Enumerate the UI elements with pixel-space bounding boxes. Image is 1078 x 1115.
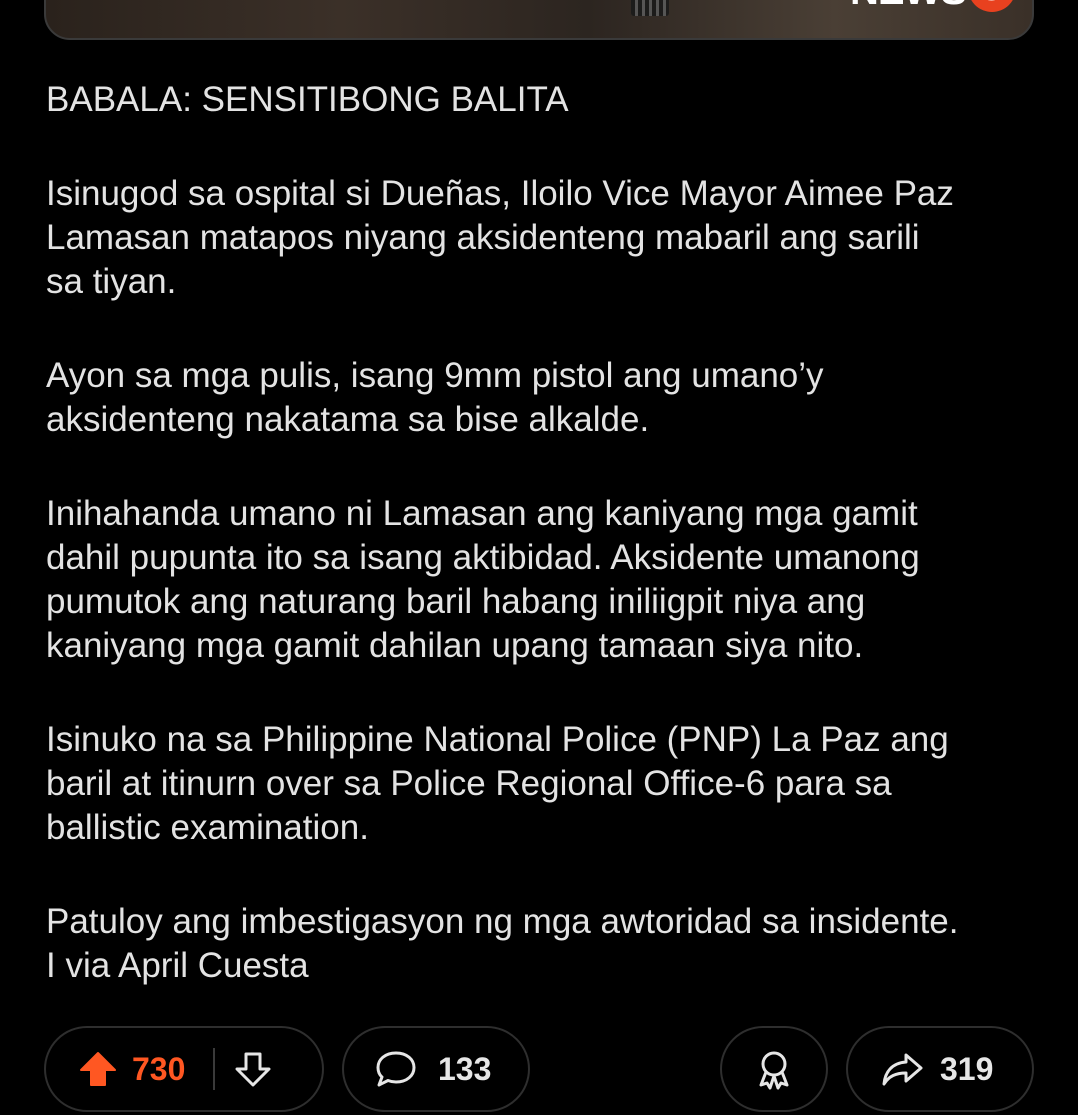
- post-body: BABALA: SENSITIBONG BALITA Isinugod sa o…: [46, 78, 1046, 1038]
- sensitive-warning: BABALA: SENSITIBONG BALITA: [46, 80, 569, 119]
- arrow-up-icon[interactable]: [78, 1049, 118, 1089]
- paragraph-line: baril at itinurn over sa Police Regional…: [46, 764, 892, 803]
- speech-bubble-icon: [374, 1049, 418, 1089]
- paragraph: Isinugod sa ospital si Dueñas, Iloilo Vi…: [46, 172, 1046, 304]
- arrow-down-icon[interactable]: [233, 1049, 273, 1089]
- upvote-count: 730: [132, 1050, 186, 1087]
- share-arrow-icon: [880, 1049, 924, 1089]
- paragraph-line: Inihahanda umano ni Lamasan ang kaniyang…: [46, 494, 918, 533]
- paragraph-line: Isinugod sa ospital si Dueñas, Iloilo Vi…: [46, 174, 954, 213]
- post-action-bar: 730 133 319: [44, 1026, 1034, 1114]
- paragraph-line: sa tiyan.: [46, 262, 177, 301]
- paragraph-line: kaniyang mga gamit dahilan upang tamaan …: [46, 626, 864, 665]
- paragraph-line: aksidenteng nakatama sa bise alkalde.: [46, 400, 650, 439]
- paragraph: Inihahanda umano ni Lamasan ang kaniyang…: [46, 492, 1046, 668]
- award-button[interactable]: [720, 1026, 828, 1112]
- paragraph: Ayon sa mga pulis, isang 9mm pistol ang …: [46, 354, 1046, 442]
- share-count: 319: [940, 1050, 994, 1087]
- paragraph-line: I via April Cuesta: [46, 946, 309, 985]
- vote-divider: [213, 1048, 216, 1090]
- paragraph-line: pumutok ang naturang baril habang inilii…: [46, 582, 866, 621]
- news5-logo: NEWS 5: [850, 0, 1016, 12]
- comment-button[interactable]: 133: [342, 1026, 530, 1112]
- paragraph-line: Ayon sa mga pulis, isang 9mm pistol ang …: [46, 356, 824, 395]
- paragraph: Isinuko na sa Philippine National Police…: [46, 718, 1046, 850]
- logo-text: NEWS: [850, 0, 967, 11]
- media-image-detail: [631, 0, 669, 16]
- paragraph-line: Lamasan matapos niyang aksidenteng mabar…: [46, 218, 920, 257]
- paragraph: Patuloy ang imbestigasyon ng mga awtorid…: [46, 900, 1046, 988]
- paragraph-line: Patuloy ang imbestigasyon ng mga awtorid…: [46, 902, 959, 941]
- vote-control: 730: [44, 1026, 324, 1112]
- paragraph-line: dahil pupunta ito sa isang aktibidad. Ak…: [46, 538, 920, 577]
- paragraph-line: ballistic examination.: [46, 808, 369, 847]
- post-media-preview[interactable]: NEWS 5: [44, 0, 1034, 40]
- award-icon: [752, 1047, 796, 1091]
- share-button[interactable]: 319: [846, 1026, 1034, 1112]
- logo-badge: 5: [968, 0, 1016, 12]
- comment-count: 133: [438, 1050, 492, 1087]
- paragraph-line: Isinuko na sa Philippine National Police…: [46, 720, 949, 759]
